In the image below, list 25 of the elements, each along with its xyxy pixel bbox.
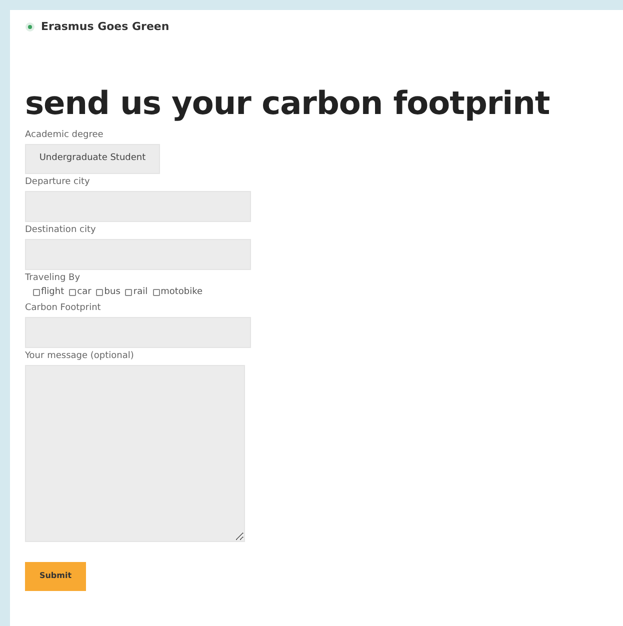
field-label: Carbon Footprint: [25, 302, 102, 314]
submit-button[interactable]: Submit: [25, 562, 86, 590]
checkbox[interactable]: [152, 289, 160, 296]
field-label: Academic degree: [25, 129, 104, 142]
field-label: Your message (optional): [25, 350, 135, 362]
text-field[interactable]: [25, 316, 251, 348]
field-label: Traveling By: [25, 272, 82, 285]
logo-icon: [25, 22, 35, 32]
checkbox[interactable]: [96, 289, 104, 296]
field-label: Departure city: [25, 176, 91, 189]
degree-select[interactable]: Undergraduate Student: [25, 144, 160, 174]
checkbox-label: bus: [104, 286, 120, 299]
message-field[interactable]: [25, 364, 245, 542]
text-field[interactable]: [25, 191, 251, 222]
text-field[interactable]: [25, 239, 251, 270]
checkbox-label: motobike: [160, 286, 203, 299]
site-name: Erasmus Goes Green: [41, 18, 170, 35]
page-title: send us your carbon footprint: [25, 84, 551, 122]
checkbox[interactable]: [33, 289, 40, 296]
checkbox-label: flight: [41, 286, 64, 299]
checkbox-label: car: [77, 286, 92, 299]
checkbox[interactable]: [125, 289, 132, 296]
checkbox[interactable]: [69, 289, 76, 296]
field-label: Destination city: [25, 224, 97, 237]
checkbox-label: rail: [133, 286, 148, 299]
